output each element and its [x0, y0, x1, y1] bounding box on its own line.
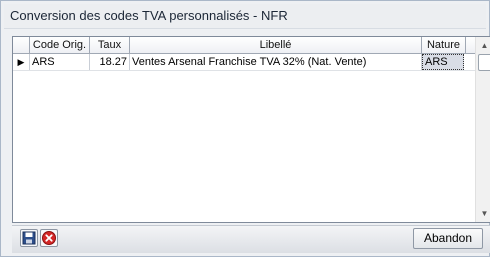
- window-title: Conversion des codes TVA personnalisés -…: [10, 8, 288, 23]
- scroll-down-arrow-icon[interactable]: ▼: [476, 205, 490, 222]
- cell-libelle[interactable]: Ventes Arsenal Franchise TVA 32% (Nat. V…: [130, 54, 422, 70]
- header-taux[interactable]: Taux: [90, 37, 130, 53]
- grid-header: Code Orig. Taux Libellé Nature: [13, 37, 476, 54]
- floppy-disk-icon: [22, 231, 36, 245]
- scrollbar-thumb[interactable]: [478, 54, 490, 71]
- vertical-scrollbar[interactable]: ▲ ▼: [475, 37, 490, 222]
- cancel-button[interactable]: [40, 229, 58, 247]
- title-bar: Conversion des codes TVA personnalisés -…: [4, 4, 486, 29]
- cell-nature-selected[interactable]: ARS: [422, 54, 464, 70]
- abandon-button[interactable]: Abandon: [413, 228, 483, 249]
- header-nature[interactable]: Nature: [422, 37, 466, 53]
- bottom-toolbar: Abandon: [12, 225, 490, 253]
- data-grid[interactable]: Code Orig. Taux Libellé Nature ▶ ARS 18.…: [12, 36, 490, 223]
- red-x-circle-icon: [42, 231, 56, 245]
- cell-code-orig[interactable]: ARS: [30, 54, 90, 70]
- header-code-orig[interactable]: Code Orig.: [30, 37, 90, 53]
- cell-taux[interactable]: 18.27: [90, 54, 130, 70]
- header-libelle[interactable]: Libellé: [130, 37, 422, 53]
- row-indicator-header: [13, 37, 30, 53]
- row-indicator-arrow-icon: ▶: [13, 54, 30, 70]
- table-row[interactable]: ▶ ARS 18.27 Ventes Arsenal Franchise TVA…: [13, 54, 476, 71]
- save-button[interactable]: [20, 229, 38, 247]
- scroll-up-arrow-icon[interactable]: ▲: [476, 37, 490, 54]
